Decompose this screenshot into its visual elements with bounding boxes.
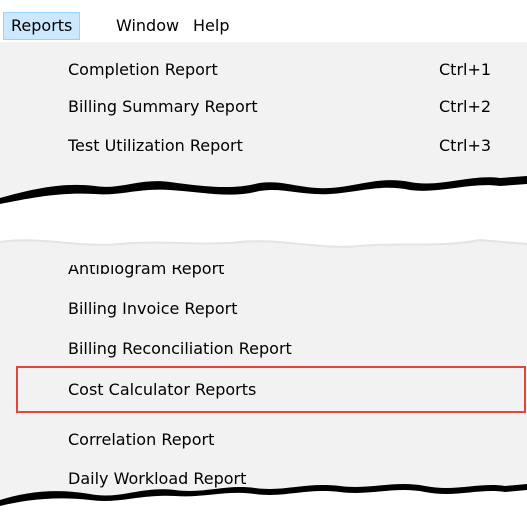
menu-item-billing-summary-report[interactable]: Billing Summary Report [68,92,258,122]
torn-edge-upper [0,176,527,265]
menu-window[interactable]: Window [109,12,186,40]
menu-bar: Reports Window Help [0,0,527,42]
menu-item-completion-report[interactable]: Completion Report [68,55,218,85]
menu-help[interactable]: Help [186,12,236,40]
menu-item-billing-invoice-report[interactable]: Billing Invoice Report [68,294,237,324]
shortcut-test-utilization-report: Ctrl+3 [439,136,492,155]
shortcut-billing-summary-report: Ctrl+2 [439,97,492,116]
menu-item-correlation-report[interactable]: Correlation Report [68,425,214,455]
menu-item-test-utilization-report[interactable]: Test Utilization Report [68,131,243,161]
menu-reports[interactable]: Reports [3,12,81,40]
torn-edge-lower [0,484,527,523]
reports-dropdown: Completion Report Ctrl+1 Billing Summary… [0,42,527,523]
menu-item-billing-reconciliation-report[interactable]: Billing Reconciliation Report [68,334,292,364]
shortcut-completion-report: Ctrl+1 [439,60,492,79]
highlight-box [16,366,526,413]
